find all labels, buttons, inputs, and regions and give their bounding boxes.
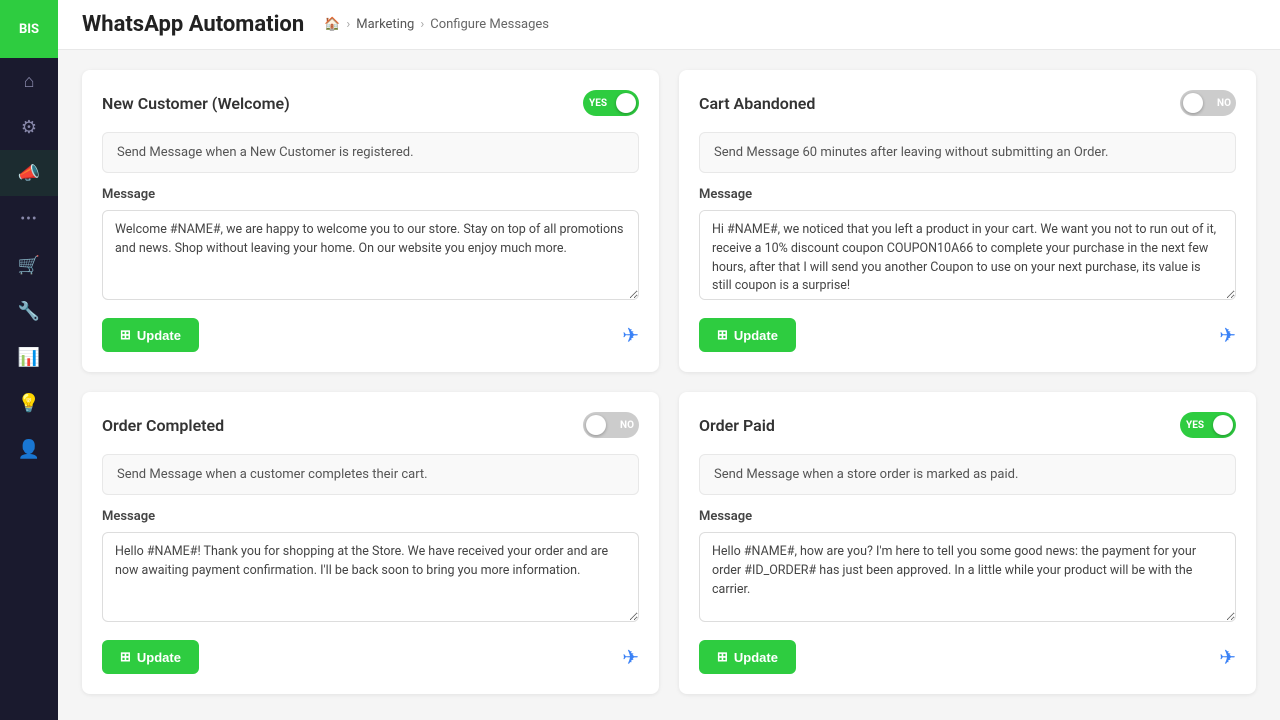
- card-footer-new-customer: ⊞ Update ✈: [102, 318, 639, 352]
- breadcrumb-sep-1: ›: [346, 17, 350, 32]
- breadcrumb-sep-2: ›: [420, 17, 424, 32]
- toggle-order-paid[interactable]: YES: [1180, 412, 1236, 438]
- card-new-customer: New Customer (Welcome) YES Send Message …: [82, 70, 659, 372]
- send-icon-new-customer[interactable]: ✈: [622, 323, 639, 347]
- desc-cart-abandoned: Send Message 60 minutes after leaving wi…: [699, 132, 1236, 173]
- card-header-new-customer: New Customer (Welcome) YES: [102, 90, 639, 116]
- send-icon-cart-abandoned[interactable]: ✈: [1219, 323, 1236, 347]
- card-header-order-completed: Order Completed NO: [102, 412, 639, 438]
- toggle-label-cart-abandoned: NO: [1217, 98, 1231, 109]
- card-order-paid: Order Paid YES Send Message when a store…: [679, 392, 1256, 694]
- desc-order-paid: Send Message when a store order is marke…: [699, 454, 1236, 495]
- card-title-cart-abandoned: Cart Abandoned: [699, 94, 815, 113]
- toggle-cart-abandoned[interactable]: NO: [1180, 90, 1236, 116]
- update-button-order-paid[interactable]: ⊞ Update: [699, 640, 796, 674]
- breadcrumb-current: Configure Messages: [430, 17, 549, 32]
- breadcrumb-marketing[interactable]: Marketing: [356, 17, 414, 32]
- content-area: New Customer (Welcome) YES Send Message …: [58, 50, 1280, 720]
- card-order-completed: Order Completed NO Send Message when a c…: [82, 392, 659, 694]
- msg-textarea-order-paid[interactable]: [699, 532, 1236, 622]
- msg-textarea-new-customer[interactable]: [102, 210, 639, 300]
- msg-label-new-customer: Message: [102, 187, 639, 202]
- breadcrumb-home-icon: 🏠: [324, 17, 340, 32]
- desc-new-customer: Send Message when a New Customer is regi…: [102, 132, 639, 173]
- msg-label-order-completed: Message: [102, 509, 639, 524]
- card-title-order-paid: Order Paid: [699, 416, 775, 435]
- toggle-knob-new-customer: [616, 93, 636, 113]
- page-title: WhatsApp Automation: [82, 12, 304, 37]
- toggle-label-order-completed: NO: [620, 420, 634, 431]
- sidebar-item-tools[interactable]: 🔧: [0, 288, 58, 334]
- update-icon-new-customer: ⊞: [120, 327, 131, 343]
- sidebar-item-settings[interactable]: ⚙: [0, 104, 58, 150]
- card-footer-order-completed: ⊞ Update ✈: [102, 640, 639, 674]
- toggle-knob-order-completed: [586, 415, 606, 435]
- main-content: WhatsApp Automation 🏠 › Marketing › Conf…: [58, 0, 1280, 720]
- card-header-cart-abandoned: Cart Abandoned NO: [699, 90, 1236, 116]
- msg-label-cart-abandoned: Message: [699, 187, 1236, 202]
- toggle-knob-cart-abandoned: [1183, 93, 1203, 113]
- update-button-order-completed[interactable]: ⊞ Update: [102, 640, 199, 674]
- toggle-label-order-paid: YES: [1186, 420, 1204, 431]
- desc-order-completed: Send Message when a customer completes t…: [102, 454, 639, 495]
- sidebar-item-more[interactable]: •••: [0, 196, 58, 242]
- send-icon-order-paid[interactable]: ✈: [1219, 645, 1236, 669]
- sidebar-item-analytics[interactable]: 📊: [0, 334, 58, 380]
- toggle-new-customer[interactable]: YES: [583, 90, 639, 116]
- toggle-label-new-customer: YES: [589, 98, 607, 109]
- update-icon-order-completed: ⊞: [120, 649, 131, 665]
- breadcrumb: 🏠 › Marketing › Configure Messages: [324, 17, 549, 32]
- sidebar-item-marketing[interactable]: 📣: [0, 150, 58, 196]
- sidebar-item-user[interactable]: 👤: [0, 426, 58, 472]
- card-footer-order-paid: ⊞ Update ✈: [699, 640, 1236, 674]
- sidebar-item-ideas[interactable]: 💡: [0, 380, 58, 426]
- card-title-order-completed: Order Completed: [102, 416, 224, 435]
- update-button-new-customer[interactable]: ⊞ Update: [102, 318, 199, 352]
- msg-textarea-cart-abandoned[interactable]: [699, 210, 1236, 300]
- msg-textarea-order-completed[interactable]: [102, 532, 639, 622]
- card-cart-abandoned: Cart Abandoned NO Send Message 60 minute…: [679, 70, 1256, 372]
- app-logo: BIS: [0, 0, 58, 58]
- card-header-order-paid: Order Paid YES: [699, 412, 1236, 438]
- update-icon-cart-abandoned: ⊞: [717, 327, 728, 343]
- sidebar-item-home[interactable]: ⌂: [0, 58, 58, 104]
- header: WhatsApp Automation 🏠 › Marketing › Conf…: [58, 0, 1280, 50]
- msg-label-order-paid: Message: [699, 509, 1236, 524]
- card-footer-cart-abandoned: ⊞ Update ✈: [699, 318, 1236, 352]
- toggle-order-completed[interactable]: NO: [583, 412, 639, 438]
- update-icon-order-paid: ⊞: [717, 649, 728, 665]
- send-icon-order-completed[interactable]: ✈: [622, 645, 639, 669]
- cards-grid: New Customer (Welcome) YES Send Message …: [82, 70, 1256, 694]
- update-button-cart-abandoned[interactable]: ⊞ Update: [699, 318, 796, 352]
- card-title-new-customer: New Customer (Welcome): [102, 94, 290, 113]
- toggle-knob-order-paid: [1213, 415, 1233, 435]
- sidebar-item-cart[interactable]: 🛒: [0, 242, 58, 288]
- sidebar: BIS ⌂ ⚙ 📣 ••• 🛒 🔧 📊 💡 👤: [0, 0, 58, 720]
